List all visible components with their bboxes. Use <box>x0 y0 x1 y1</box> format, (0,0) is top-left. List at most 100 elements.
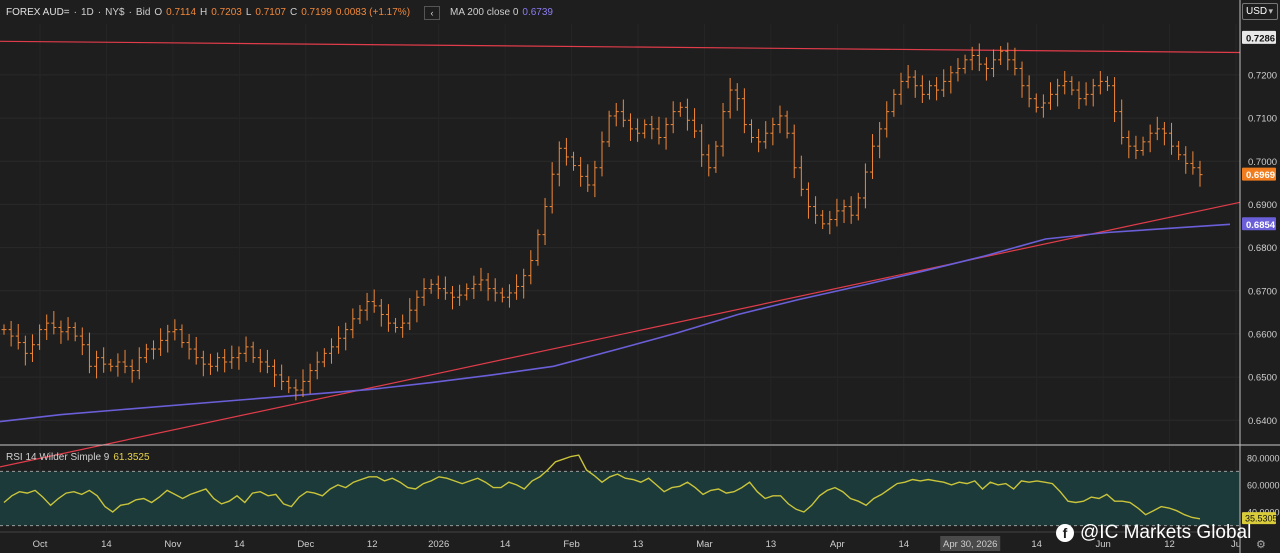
ohlc-bar <box>1026 75 1032 108</box>
ohlc-bar <box>215 352 221 372</box>
ohlc-bar <box>948 65 954 94</box>
ohlc-bar <box>407 298 413 331</box>
ohlc-bar <box>713 140 719 173</box>
ohlc-bar <box>898 72 904 105</box>
ohlc-bar <box>450 286 455 310</box>
ohlc-bar <box>250 341 256 363</box>
ohlc-bar <box>200 350 206 377</box>
price-tick-label: 0.6500 <box>1248 373 1277 384</box>
ohlc-bar <box>1154 116 1160 141</box>
last-price-tag: 0.6969 <box>1242 167 1276 181</box>
ohlc-bar <box>592 160 598 198</box>
low-label: L <box>245 7 252 18</box>
ohlc-bar <box>884 101 890 138</box>
ohlc-bar <box>207 353 213 375</box>
ohlc-bar <box>677 102 683 117</box>
ohlc-bar <box>143 343 149 363</box>
ohlc-bar <box>229 345 235 369</box>
ohlc-bar <box>983 57 989 81</box>
ohlc-bar <box>1119 99 1125 145</box>
ohlc-bar <box>1083 82 1089 106</box>
ohlc-bar <box>442 276 448 300</box>
ohlc-bar <box>684 98 690 131</box>
chevron-left-icon[interactable]: ‹ <box>424 6 441 20</box>
price-tick-label: 0.7200 <box>1248 70 1277 81</box>
ohlc-bar <box>670 101 676 134</box>
close-value: 0.7199 <box>301 7 332 18</box>
ohlc-bar <box>51 311 57 335</box>
currency-label: USD <box>1246 6 1268 17</box>
ohlc-bar <box>1069 76 1075 96</box>
ohlc-bar <box>941 69 947 97</box>
time-tick-label: 14 <box>101 539 112 550</box>
ma-label[interactable]: MA 200 close 0 <box>450 6 518 20</box>
gear-icon[interactable]: ⚙ <box>1256 538 1266 551</box>
rsi-tick-label: 60.0000 <box>1247 480 1280 490</box>
ohlc-bar <box>94 350 100 379</box>
ohlc-bar <box>998 46 1004 66</box>
ohlc-bar <box>300 369 306 397</box>
ohlc-bar <box>499 287 505 303</box>
time-tick-label: Apr 30, 2026 <box>943 539 997 550</box>
ohlc-bar <box>862 163 868 209</box>
ohlc-bar <box>599 131 605 177</box>
ohlc-bar <box>877 121 883 159</box>
ohlc-bar <box>635 118 641 142</box>
chart-canvas[interactable]: 0.7200 0.7100 0.7000 0.6900 0.6800 0.6700 0.66… <box>0 0 1280 553</box>
ohlc-bar <box>848 196 854 224</box>
ohlc-bar <box>1040 94 1046 118</box>
time-tick-label: Mar <box>696 539 712 550</box>
rsi-label[interactable]: RSI 14 Wilder Simple 9 <box>6 452 109 463</box>
currency-button[interactable]: USD ▾ <box>1242 3 1278 20</box>
ohlc-bar <box>706 144 712 177</box>
ohlc-bar <box>542 197 548 246</box>
symbol-name[interactable]: FOREX AUD= <box>6 6 70 20</box>
ohlc-bar <box>414 290 420 323</box>
ohlc-bar <box>649 115 655 140</box>
ohlc-bar <box>364 292 370 321</box>
ohlc-bar <box>136 347 142 380</box>
ohlc-bar <box>656 116 662 145</box>
ohlc-bar <box>108 358 114 372</box>
ohlc-bar <box>236 346 242 370</box>
ohlc-bar <box>1183 146 1189 174</box>
ohlc-bar <box>763 121 769 149</box>
ohlc-bar <box>65 317 71 341</box>
time-tick-label: 14 <box>500 539 511 550</box>
ohlc-bar <box>1005 42 1011 71</box>
trendlines <box>0 40 1241 468</box>
ohlc-bar <box>44 314 50 340</box>
ohlc-bar <box>1055 78 1061 107</box>
ohlc-bar <box>976 43 982 72</box>
high-value: 0.7203 <box>211 7 242 18</box>
interval-label[interactable]: 1D <box>81 6 94 20</box>
ohlc-bar <box>514 274 520 300</box>
ohlc-bar <box>179 324 185 348</box>
ohlc-bars <box>1 42 1203 401</box>
ma-200-line <box>0 223 1231 423</box>
svg-text:0.6854: 0.6854 <box>1246 220 1276 231</box>
price-tick-label: 0.7100 <box>1248 114 1277 125</box>
price-tick-label: 0.6700 <box>1248 286 1277 297</box>
ohlc-bar <box>1 324 7 335</box>
time-tick-label: 2026 <box>428 539 449 550</box>
ohlc-bar <box>756 128 762 153</box>
ma-price-tag: 0.6854 <box>1242 217 1276 231</box>
ohlc-bar <box>827 210 833 235</box>
rsi-tick-label: 80.0000 <box>1247 453 1280 463</box>
ohlc-bar <box>749 119 754 143</box>
price-tick-label: 0.7000 <box>1248 157 1277 168</box>
ohlc-bar <box>307 363 313 394</box>
ohlc-bar <box>15 324 21 350</box>
ohlc-bar <box>1104 76 1110 91</box>
close-label: C <box>289 7 298 18</box>
trendline-lower-line <box>0 201 1241 468</box>
ohlc-bar <box>642 119 648 139</box>
ohlc-bar <box>321 348 327 368</box>
ohlc-bar <box>627 113 633 141</box>
ohlc-bar <box>1147 124 1153 153</box>
ohlc-bar <box>1176 140 1182 160</box>
ohlc-bar <box>692 108 698 138</box>
legend-header: FOREX AUD= · 1D · NY$ · Bid O 0.7114 H 0.7… <box>6 6 553 20</box>
ohlc-bar <box>1140 136 1146 156</box>
